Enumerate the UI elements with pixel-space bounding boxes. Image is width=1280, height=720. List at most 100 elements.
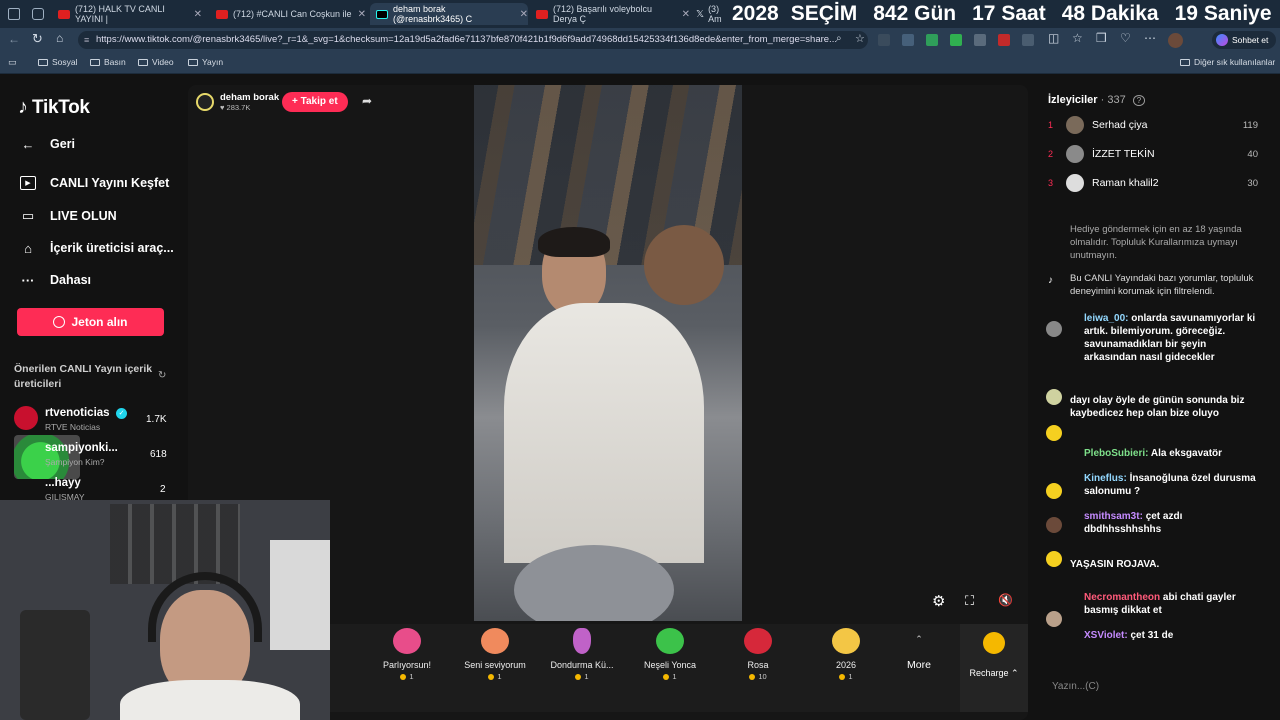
back-link[interactable]: ← Geri bbox=[20, 136, 76, 152]
top-viewer[interactable]: 1 Serhad çiya 119 bbox=[1048, 116, 1258, 134]
extension-icon[interactable] bbox=[974, 34, 986, 46]
tiktok-note-icon: ♪ bbox=[18, 96, 28, 118]
workspace-icon[interactable] bbox=[8, 8, 20, 20]
live-video[interactable] bbox=[474, 85, 742, 621]
coin-icon bbox=[983, 632, 1005, 654]
host-avatar bbox=[196, 93, 214, 111]
gift-item[interactable]: Parlıyorsun! 1 bbox=[372, 628, 442, 681]
share-icon[interactable]: ➦ bbox=[362, 94, 372, 108]
extension-icon[interactable] bbox=[950, 34, 962, 46]
countdown-label: SEÇİM bbox=[790, 2, 858, 25]
tiktok-logo[interactable]: ♪ TikTok bbox=[18, 96, 90, 119]
other-bookmarks[interactable]: Diğer sık kullanılanlar bbox=[1180, 57, 1275, 67]
close-icon[interactable]: ✕ bbox=[358, 9, 366, 20]
get-coins-button[interactable]: Jeton alın bbox=[17, 308, 164, 336]
election-countdown: 2028 SEÇİM 842 Gün 17 Saat 48 Dakika 19 … bbox=[732, 0, 1272, 28]
whiteboard bbox=[270, 540, 330, 650]
sidebar-item-explore-live[interactable]: ▶ CANLI Yayını Keşfet bbox=[20, 176, 169, 190]
tab-can-coskun[interactable]: (712) #CANLI Can Coşkun ile ✕ bbox=[210, 3, 368, 25]
top-viewer[interactable]: 2 İZZET TEKİN 40 bbox=[1048, 145, 1258, 163]
avatar bbox=[1066, 145, 1084, 163]
close-icon[interactable]: ✕ bbox=[194, 9, 202, 20]
favorites-icon[interactable]: ☆ bbox=[1072, 31, 1083, 45]
host-name: deham borak bbox=[220, 92, 280, 103]
youtube-icon bbox=[536, 9, 548, 19]
gift-item[interactable]: 2026 1 bbox=[811, 628, 881, 681]
tab-x[interactable]: 𝕏 (3) Am bbox=[690, 3, 732, 25]
extension-icon[interactable] bbox=[878, 34, 890, 46]
microphone bbox=[20, 610, 90, 720]
help-icon[interactable]: ? bbox=[1132, 95, 1146, 106]
avatar bbox=[1066, 174, 1084, 192]
back-icon[interactable]: ← bbox=[8, 32, 20, 46]
gift-item[interactable]: Dondurma Kü... 1 bbox=[547, 628, 617, 681]
suggested-creator[interactable]: rtvenoticias ✓ RTVE Noticias 1.7K bbox=[14, 406, 174, 436]
gift-item[interactable]: Neşeli Yonca 1 bbox=[635, 628, 705, 681]
extension-icon[interactable] bbox=[902, 34, 914, 46]
close-icon[interactable]: ✕ bbox=[682, 9, 690, 20]
bookmark-folder[interactable]: Yayın bbox=[188, 57, 223, 67]
tab-actions-icon[interactable] bbox=[32, 8, 44, 20]
extension-icon[interactable] bbox=[926, 34, 938, 46]
top-viewer[interactable]: 3 Raman khalil2 30 bbox=[1048, 174, 1258, 192]
avatar bbox=[1046, 517, 1062, 533]
bookmark-folder[interactable]: Sosyal bbox=[38, 57, 78, 67]
gift-dondurma-icon bbox=[573, 628, 591, 654]
tiktok-icon: ♪ bbox=[1048, 275, 1053, 286]
more-gifts-button[interactable]: ⌃ More bbox=[904, 634, 934, 671]
profile-avatar[interactable] bbox=[1168, 33, 1183, 48]
tab-halk-tv[interactable]: (712) HALK TV CANLI YAYINI | ✕ bbox=[52, 3, 202, 25]
filter-notice: Bu CANLI Yayındaki bazı yorumlar, toplul… bbox=[1070, 273, 1254, 297]
tab-tiktok-live[interactable]: deham borak (@renasbrk3465) C ✕ bbox=[370, 3, 528, 25]
more-menu-icon[interactable]: ⋯ bbox=[1144, 31, 1156, 45]
browser-essentials-icon[interactable]: ♡ bbox=[1120, 31, 1131, 45]
chat-input[interactable]: Yazın...(C) bbox=[1046, 675, 1270, 699]
chat-panel: İzleyiciler · 337 ? 1 Serhad çiya 119 2 İZZ… bbox=[1036, 85, 1280, 720]
chat-message: Kineflus: İnsanoğluna özel durusma salon… bbox=[1084, 473, 1256, 497]
extension-icon[interactable] bbox=[998, 34, 1010, 46]
bookmark-star-icon[interactable]: ☆ bbox=[855, 32, 865, 45]
x-icon: 𝕏 bbox=[696, 8, 705, 20]
avatar bbox=[1066, 116, 1084, 134]
tab-voleybol[interactable]: (712) Başarılı voleybolcu Derya Ç ✕ bbox=[530, 3, 690, 25]
host-likes: ♥ 283.7K bbox=[220, 103, 251, 112]
split-view-icon[interactable]: ◫ bbox=[1048, 31, 1059, 45]
close-icon[interactable]: ✕ bbox=[520, 9, 528, 20]
collections-icon[interactable]: ❒ bbox=[1096, 31, 1107, 45]
fullscreen-icon[interactable]: ⛶ bbox=[965, 593, 974, 609]
mute-icon[interactable]: 🔇 bbox=[998, 593, 1013, 607]
refresh-icon[interactable]: ↻ bbox=[158, 370, 166, 381]
gift-item[interactable]: Rosa 10 bbox=[723, 628, 793, 681]
settings-icon[interactable]: ⚙ bbox=[932, 592, 945, 610]
host-info[interactable]: deham borak ♥ 283.7K bbox=[196, 92, 279, 112]
follow-button[interactable]: + Takip et bbox=[282, 92, 348, 112]
sidebar-item-creator-tools[interactable]: ⌂ İçerik üreticisi araç... bbox=[20, 240, 174, 256]
suggested-creator[interactable]: sampiyonki... Şampiyon Kim? 618 bbox=[14, 435, 174, 479]
creator-home-icon: ⌂ bbox=[24, 240, 32, 256]
apps-icon[interactable]: ▭ bbox=[8, 57, 17, 68]
countdown-seconds: 19 Saniye bbox=[1174, 2, 1272, 25]
avatar bbox=[1046, 389, 1062, 405]
gift-2026-icon bbox=[832, 628, 860, 654]
copilot-button[interactable]: Sohbet et bbox=[1212, 31, 1277, 49]
countdown-hours: 17 Saat bbox=[972, 2, 1046, 25]
sidebar-item-go-live[interactable]: ▭ LIVE OLUN bbox=[20, 208, 117, 223]
gift-rosa-icon bbox=[744, 628, 772, 654]
bookmark-folder[interactable]: Video bbox=[138, 57, 174, 67]
site-info-icon[interactable]: ≡ bbox=[84, 31, 89, 49]
reload-icon[interactable]: ↻ bbox=[32, 31, 43, 47]
avatar bbox=[14, 406, 38, 430]
sidebar-item-more[interactable]: ··· Dahası bbox=[20, 273, 92, 288]
extension-icon[interactable] bbox=[1022, 34, 1034, 46]
recharge-button[interactable]: Recharge ⌃ bbox=[960, 624, 1028, 712]
arrow-left-icon: ← bbox=[21, 136, 35, 152]
zoom-icon[interactable]: ⌕ bbox=[836, 33, 842, 44]
gift-item[interactable]: Seni seviyorum 1 bbox=[460, 628, 530, 681]
home-icon[interactable]: ⌂ bbox=[56, 31, 63, 45]
avatar bbox=[1046, 551, 1062, 567]
tiktok-page: ♪ TikTok ← Geri ▶ CANLI Yayını Keşfet ▭ … bbox=[0, 76, 1280, 720]
suggested-creator[interactable]: ...hayy GILISMAY 2 bbox=[14, 476, 174, 502]
countdown-days: 842 Gün bbox=[873, 2, 957, 25]
bookmark-folder[interactable]: Basın bbox=[90, 57, 126, 67]
url-field[interactable]: ≡ https://www.tiktok.com/@renasbrk3465/l… bbox=[78, 31, 868, 49]
